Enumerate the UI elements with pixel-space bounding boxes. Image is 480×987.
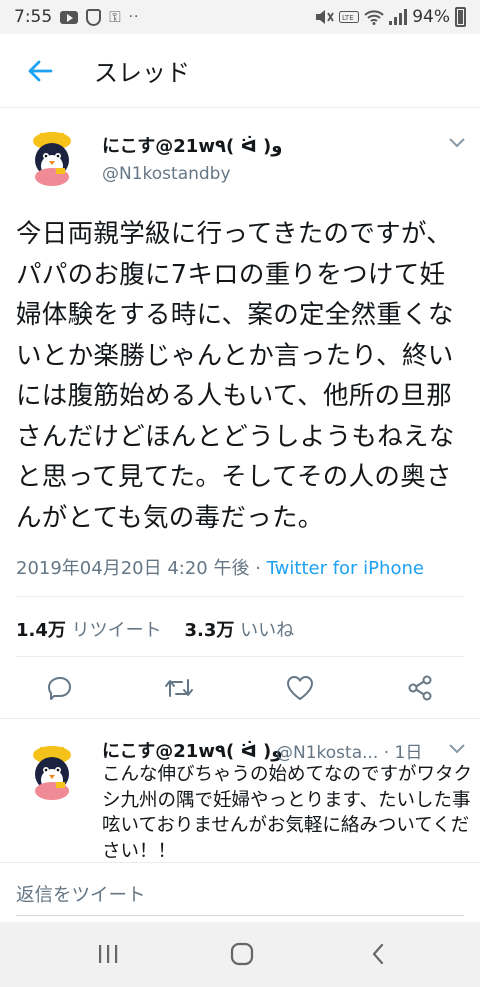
divider — [0, 718, 480, 719]
recent-apps-icon — [99, 945, 118, 963]
retweets-label: リツイート — [71, 620, 162, 641]
retweets-count: 1.4万 — [16, 620, 66, 641]
status-bar: 7:55 ⚿ ·· LTE 94% — [0, 0, 480, 34]
penguin-avatar-icon — [20, 738, 84, 802]
author-name[interactable]: にこす@21w٩( ᐛ )و — [102, 132, 282, 158]
reply-button[interactable] — [45, 673, 75, 703]
home-icon — [230, 942, 254, 966]
chevron-down-icon — [449, 138, 465, 148]
avatar[interactable] — [20, 124, 84, 188]
like-button[interactable] — [285, 673, 315, 703]
retweet-icon — [165, 679, 193, 697]
like-stat[interactable]: 3.3万 いいね — [185, 620, 295, 641]
more-notifications-icon: ·· — [128, 9, 140, 25]
arrow-left-icon — [28, 60, 53, 81]
likes-label: いいね — [240, 620, 295, 641]
reply-text: こんな伸びちゃうの始めてなのですがワタクシ九州の隅で妊婦やっとります、たいした事… — [102, 764, 473, 862]
tweet-stats: 1.4万 リツイート 3.3万 いいね — [16, 616, 294, 642]
status-right: LTE 94% — [314, 7, 466, 27]
reply-input[interactable]: 返信をツイート — [16, 881, 146, 907]
likes-count: 3.3万 — [184, 620, 235, 641]
app-header: スレッド — [0, 34, 480, 108]
tweet-meta: 2019年04月20日 4:20 午後 · Twitter for iPhone — [16, 554, 424, 580]
status-time: 7:55 — [14, 7, 53, 27]
author-handle[interactable]: @N1kostandby — [102, 164, 231, 184]
mute-icon — [316, 10, 334, 24]
battery-icon — [455, 7, 466, 27]
chevron-down-icon — [449, 744, 465, 754]
penguin-avatar-icon — [20, 124, 84, 188]
youtube-icon — [60, 10, 79, 24]
tweet-actions — [0, 663, 480, 715]
signal-icon — [389, 9, 408, 25]
wifi-icon — [364, 10, 384, 25]
key-icon: ⚿ — [109, 8, 121, 26]
divider — [16, 656, 464, 657]
reply-author-name[interactable]: にこす@21w٩( ᐛ )و — [102, 737, 282, 763]
reply-handle-time: @N1kosta... · 1日 — [276, 743, 423, 763]
divider — [16, 596, 464, 597]
meta-separator: · — [249, 558, 267, 579]
reply-menu-button[interactable] — [446, 738, 468, 760]
svg-text:LTE: LTE — [342, 14, 354, 22]
reply-avatar[interactable] — [20, 738, 84, 802]
tweet-timestamp[interactable]: 2019年04月20日 4:20 午後 — [16, 558, 249, 579]
tweet-menu-button[interactable] — [446, 132, 468, 154]
shield-icon — [86, 8, 102, 26]
retweet-stat[interactable]: 1.4万 リツイート — [16, 620, 162, 641]
tweet-text: 今日両親学級に行ってきたのですが、パパのお腹に7キロの重りをつけて妊婦体験をする… — [16, 219, 455, 533]
input-underline — [16, 915, 464, 916]
back-nav-button[interactable] — [362, 938, 394, 970]
system-nav-bar — [0, 922, 480, 987]
heart-icon — [287, 676, 313, 700]
retweet-button[interactable] — [164, 673, 194, 703]
back-button[interactable] — [0, 34, 80, 108]
status-left: 7:55 ⚿ ·· — [14, 7, 140, 27]
battery-percent: 94% — [412, 7, 450, 27]
tweet-source-link[interactable]: Twitter for iPhone — [267, 558, 424, 579]
volte-icon: LTE — [339, 11, 360, 23]
home-button[interactable] — [226, 938, 258, 970]
reply-icon — [48, 677, 71, 700]
chevron-left-icon — [372, 943, 384, 965]
share-icon — [408, 675, 432, 701]
compose-bar: 返信をツイート — [0, 862, 480, 922]
recent-apps-button[interactable] — [92, 938, 124, 970]
share-button[interactable] — [405, 673, 435, 703]
page-title: スレッド — [94, 59, 190, 87]
